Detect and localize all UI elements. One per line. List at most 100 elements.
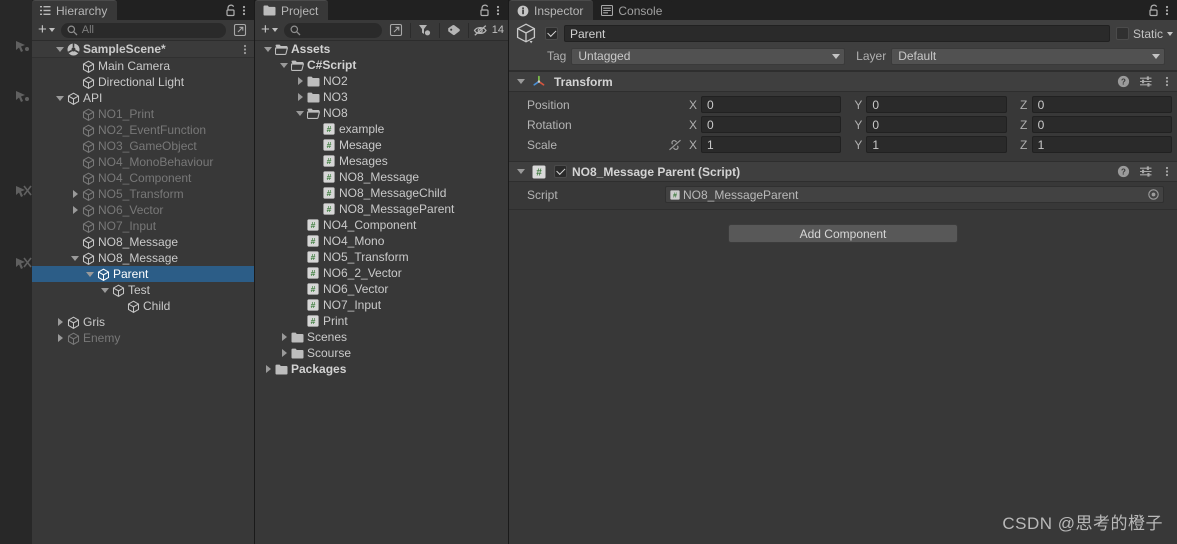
hierarchy-expand-button[interactable] [230,21,250,39]
foldout-toggle[interactable] [278,329,290,345]
transform-component-header[interactable]: Transform ? [509,71,1177,92]
script-component-header[interactable]: # NO8_Message Parent (Script) ? [509,161,1177,182]
create-object-button[interactable]: + [36,22,57,37]
foldout-toggle[interactable] [69,186,81,202]
project-item-no6-vector[interactable]: # NO6_Vector [255,281,508,297]
foldout-toggle[interactable] [54,314,66,330]
foldout-toggle[interactable] [310,137,322,153]
foldout-toggle[interactable] [262,361,274,377]
foldout-toggle[interactable] [294,249,306,265]
tag-dropdown[interactable]: Untagged [571,47,846,65]
script-enabled-checkbox[interactable] [554,165,567,178]
foldout-toggle[interactable] [294,265,306,281]
project-item-example[interactable]: # example [255,121,508,137]
foldout-toggle[interactable] [69,170,81,186]
project-item-no2[interactable]: NO2 [255,73,508,89]
foldout-toggle[interactable] [69,154,81,170]
foldout-toggle[interactable] [294,217,306,233]
transform-foldout[interactable] [515,74,527,90]
script-object-field[interactable]: # NO8_MessageParent [665,186,1164,203]
hierarchy-item-no7-input[interactable]: NO7_Input [32,218,254,234]
hierarchy-item-gris[interactable]: Gris [32,314,254,330]
hierarchy-item-no5-transform[interactable]: NO5_Transform [32,186,254,202]
project-item-no8-messageparent[interactable]: # NO8_MessageParent [255,201,508,217]
foldout-toggle[interactable] [310,121,322,137]
foldout-toggle[interactable] [262,41,274,57]
hierarchy-tree[interactable]: SampleScene* Main Camera Directional Ligh… [32,41,254,544]
foldout-toggle[interactable] [69,138,81,154]
foldout-toggle[interactable] [294,233,306,249]
foldout-toggle[interactable] [310,201,322,217]
foldout-toggle[interactable] [69,234,81,250]
hierarchy-item-test[interactable]: Test [32,282,254,298]
hierarchy-item-no4-component[interactable]: NO4_Component [32,170,254,186]
project-item-no4-mono[interactable]: # NO4_Mono [255,233,508,249]
project-item-no4-component[interactable]: # NO4_Component [255,217,508,233]
preset-settings-icon[interactable] [1139,165,1153,178]
position-z-input[interactable]: 0 [1031,96,1172,113]
project-item-no5-transform[interactable]: # NO5_Transform [255,249,508,265]
project-item-no6-2-vector[interactable]: # NO6_2_Vector [255,265,508,281]
hierarchy-item-enemy[interactable]: Enemy [32,330,254,346]
filter-by-label-button[interactable] [444,21,464,39]
rotation-z-input[interactable]: 0 [1031,116,1172,133]
foldout-toggle[interactable] [69,106,81,122]
kebab-menu-icon[interactable] [1162,75,1172,88]
project-item-c-script[interactable]: C#Script [255,57,508,73]
hierarchy-item-no1-print[interactable]: NO1_Print [32,106,254,122]
rotation-y-input[interactable]: 0 [866,116,1007,133]
project-item-mesage[interactable]: # Mesage [255,137,508,153]
project-item-scenes[interactable]: Scenes [255,329,508,345]
help-icon[interactable]: ? [1117,165,1130,178]
gameobject-name-input[interactable]: Parent [564,25,1110,42]
scene-foldout[interactable] [54,41,66,57]
hierarchy-item-no8-message[interactable]: NO8_Message [32,250,254,266]
position-y-input[interactable]: 0 [866,96,1007,113]
foldout-toggle[interactable] [99,282,111,298]
project-item-scourse[interactable]: Scourse [255,345,508,361]
project-tree[interactable]: Assets C#Script NO2 NO3 NO8 # example # Mesage # M… [255,41,508,544]
scene-kebab-icon[interactable] [240,43,250,59]
project-item-packages[interactable]: Packages [255,361,508,377]
position-x-input[interactable]: 0 [701,96,842,113]
hierarchy-item-no4-monobehaviour[interactable]: NO4_MonoBehaviour [32,154,254,170]
lock-icon[interactable] [225,4,237,17]
project-item-print[interactable]: # Print [255,313,508,329]
foldout-toggle[interactable] [278,57,290,73]
kebab-menu-icon[interactable] [493,4,503,17]
foldout-toggle[interactable] [278,345,290,361]
project-item-no8-message[interactable]: # NO8_Message [255,169,508,185]
project-item-no8[interactable]: NO8 [255,105,508,121]
foldout-toggle[interactable] [310,169,322,185]
foldout-toggle[interactable] [54,330,66,346]
tab-hierarchy[interactable]: Hierarchy [32,0,118,20]
filter-by-type-button[interactable] [415,21,435,39]
kebab-menu-icon[interactable] [239,4,249,17]
lock-icon[interactable] [479,4,491,17]
tab-console[interactable]: Console [593,0,673,20]
preset-settings-icon[interactable] [1139,75,1153,88]
add-component-button[interactable]: Add Component [728,224,958,243]
constrain-proportions-icon[interactable] [665,139,685,151]
foldout-toggle[interactable] [69,122,81,138]
project-item-assets[interactable]: Assets [255,41,508,57]
foldout-toggle[interactable] [69,58,81,74]
project-item-no3[interactable]: NO3 [255,89,508,105]
scale-x-input[interactable]: 1 [701,136,842,153]
foldout-toggle[interactable] [294,73,306,89]
object-picker-icon[interactable] [1148,189,1159,200]
hierarchy-item-api[interactable]: API [32,90,254,106]
tab-inspector[interactable]: Inspector [509,0,594,20]
foldout-toggle[interactable] [294,297,306,313]
hierarchy-item-no6-vector[interactable]: NO6_Vector [32,202,254,218]
scale-y-input[interactable]: 1 [866,136,1007,153]
foldout-toggle[interactable] [54,90,66,106]
hierarchy-scene-root[interactable]: SampleScene* [32,41,254,58]
foldout-toggle[interactable] [69,202,81,218]
foldout-toggle[interactable] [310,185,322,201]
hierarchy-item-no2-eventfunction[interactable]: NO2_EventFunction [32,122,254,138]
layer-dropdown[interactable]: Default [891,47,1166,65]
hierarchy-item-no3-gameobject[interactable]: NO3_GameObject [32,138,254,154]
foldout-toggle[interactable] [84,266,96,282]
foldout-toggle[interactable] [69,74,81,90]
